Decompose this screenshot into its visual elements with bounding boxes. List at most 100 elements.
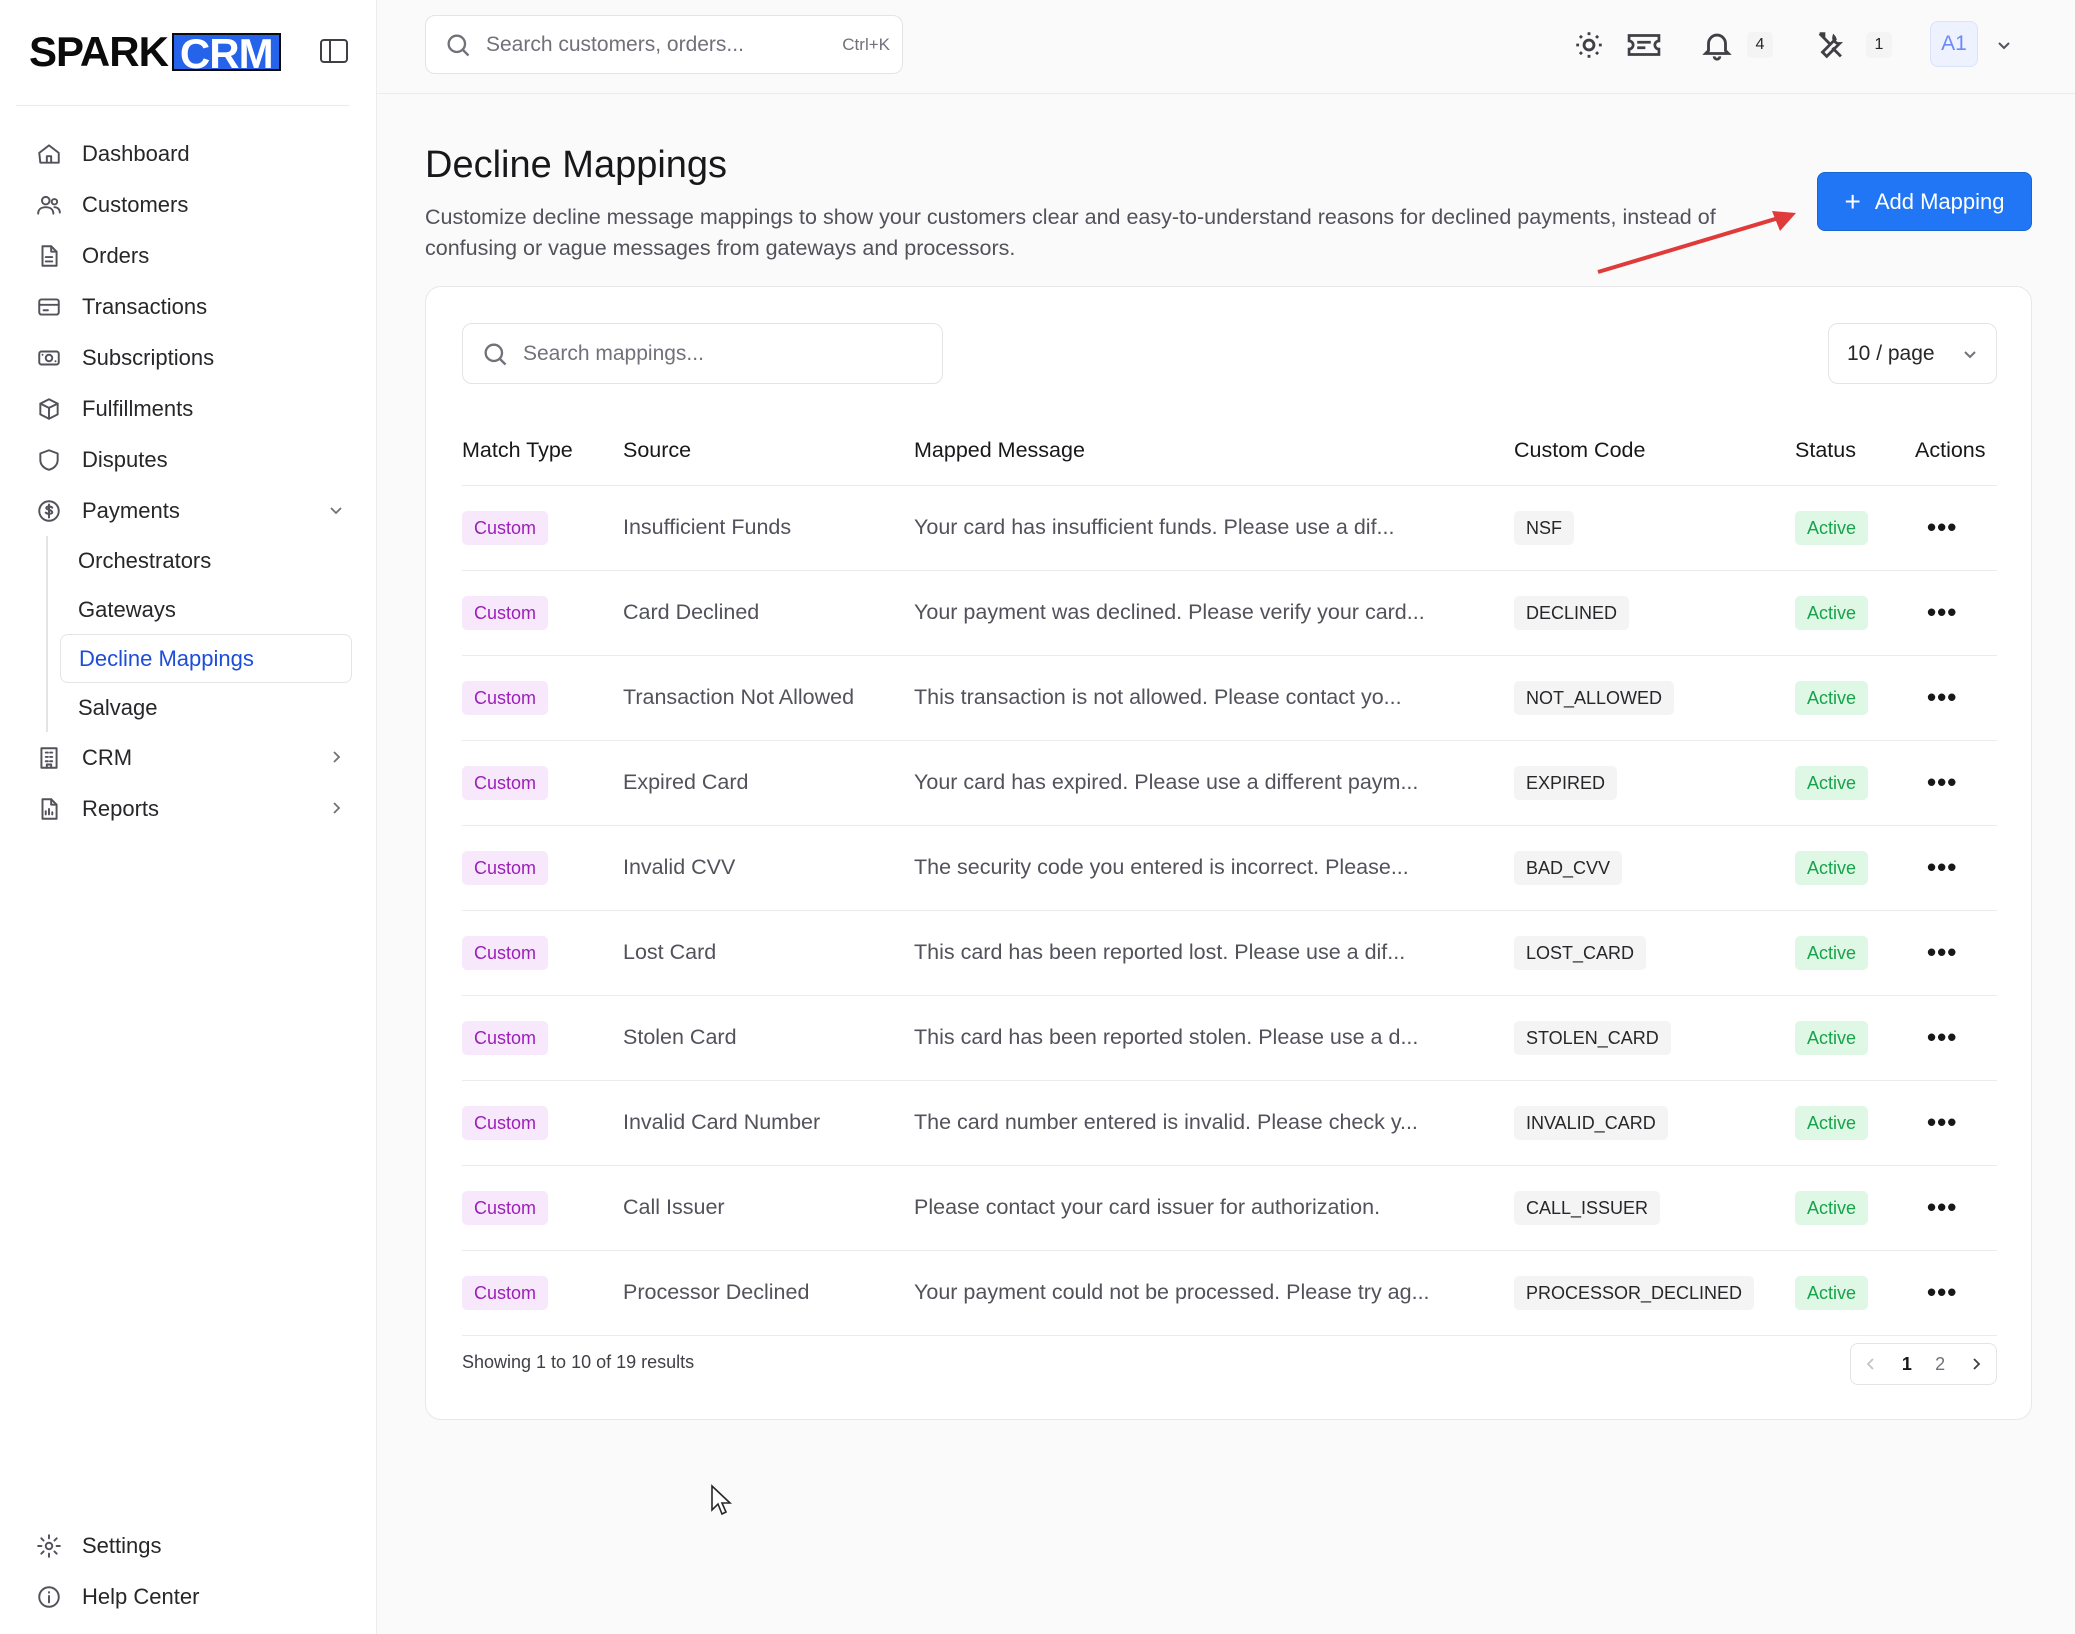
more-actions-icon[interactable]: ••• <box>1915 1024 1957 1050</box>
table-row[interactable]: Custom Expired Card Your card has expired.… <box>462 740 1997 826</box>
mappings-search-input[interactable] <box>523 341 923 366</box>
more-actions-icon[interactable]: ••• <box>1915 854 1957 880</box>
custom-code-badge: BAD_CVV <box>1514 850 1623 885</box>
sidebar-item-help-center[interactable]: Help Center <box>30 1571 352 1622</box>
chevron-right-icon[interactable] <box>1968 1356 1984 1372</box>
match-type-tag: Custom <box>462 935 549 970</box>
sidebar: SPARK CRM Dashboard Customers Orders Transac… <box>0 0 377 1634</box>
sidebar-item-crm[interactable]: CRM <box>30 732 352 783</box>
avatar[interactable]: A1 <box>1930 21 1978 67</box>
custom-code-badge: INVALID_CARD <box>1514 1105 1668 1140</box>
search-icon <box>484 343 507 365</box>
sidebar-item-dashboard[interactable]: Dashboard <box>30 128 352 179</box>
table-row[interactable]: Custom Call Issuer Please contact your car… <box>462 1165 1997 1251</box>
chevron-down-icon[interactable] <box>326 500 346 520</box>
topbar: Ctrl+K 4 1 A1 <box>377 0 2075 94</box>
add-mapping-button[interactable]: + Add Mapping <box>1817 172 2032 231</box>
sidebar-item-fulfillments[interactable]: Fulfillments <box>30 383 352 434</box>
sidebar-item-gateways[interactable]: Gateways <box>60 585 352 634</box>
sidebar-item-label: Subscriptions <box>82 344 215 370</box>
bell-icon[interactable] <box>1700 28 1734 62</box>
more-actions-icon[interactable]: ••• <box>1915 684 1957 710</box>
more-actions-icon[interactable]: ••• <box>1915 599 1957 625</box>
info-icon <box>38 1585 60 1608</box>
building-icon <box>40 746 58 769</box>
sidebar-item-label: Dashboard <box>82 140 190 166</box>
more-actions-icon[interactable]: ••• <box>1915 769 1957 795</box>
mapped-message-cell: The security code you entered is incorre… <box>914 825 1514 911</box>
more-actions-icon[interactable]: ••• <box>1915 1109 1957 1135</box>
sidebar-item-reports[interactable]: Reports <box>30 783 352 834</box>
sidebar-item-label: Help Center <box>82 1583 200 1609</box>
mappings-table: Match Type Source Mapped Message Custom … <box>462 417 1997 1336</box>
column-header[interactable]: Custom Code <box>1514 417 1795 486</box>
tools-icon[interactable] <box>1814 28 1848 62</box>
sidebar-toggle-icon[interactable] <box>319 38 349 64</box>
match-type-tag: Custom <box>462 1105 549 1140</box>
sidebar-item-customers[interactable]: Customers <box>30 179 352 230</box>
sidebar-item-label: Customers <box>82 191 189 217</box>
mapped-message-cell: Your payment could not be processed. Ple… <box>914 1250 1514 1336</box>
status-badge: Active <box>1795 850 1869 885</box>
match-type-tag: Custom <box>462 680 549 715</box>
table-row[interactable]: Custom Insufficient Funds Your card has in… <box>462 485 1997 571</box>
sun-icon[interactable] <box>1572 28 1606 62</box>
shield-icon <box>39 448 59 471</box>
source-cell: Call Issuer <box>623 1165 914 1251</box>
chevron-left-icon[interactable] <box>1863 1356 1879 1372</box>
sidebar-nav: Dashboard Customers Orders Transactions Subs… <box>30 128 352 834</box>
mappings-search[interactable] <box>462 323 943 384</box>
sidebar-item-orchestrators[interactable]: Orchestrators <box>60 536 352 585</box>
column-header[interactable]: Mapped Message <box>914 417 1514 486</box>
table-row[interactable]: Custom Processor Declined Your payment cou… <box>462 1250 1997 1336</box>
gear-icon <box>37 1533 61 1558</box>
sidebar-item-decline-mappings[interactable]: Decline Mappings <box>60 634 352 683</box>
status-badge: Active <box>1795 1190 1869 1225</box>
sidebar-item-settings[interactable]: Settings <box>30 1520 352 1571</box>
table-row[interactable]: Custom Card Declined Your payment was decl… <box>462 570 1997 656</box>
table-row[interactable]: Custom Lost Card This card has been report… <box>462 910 1997 996</box>
sidebar-item-disputes[interactable]: Disputes <box>30 434 352 485</box>
custom-code-badge: NSF <box>1514 510 1574 545</box>
more-actions-icon[interactable]: ••• <box>1915 939 1957 965</box>
table-row[interactable]: Custom Stolen Card This card has been repo… <box>462 995 1997 1081</box>
page-size-select[interactable]: 10 / page <box>1828 323 1997 384</box>
table-row[interactable]: Custom Transaction Not Allowed This transa… <box>462 655 1997 741</box>
column-header[interactable]: Match Type <box>462 417 623 486</box>
mapped-message-cell: This transaction is not allowed. Please … <box>914 655 1514 741</box>
sidebar-item-transactions[interactable]: Transactions <box>30 281 352 332</box>
column-header[interactable]: Source <box>623 417 914 486</box>
more-actions-icon[interactable]: ••• <box>1915 1279 1957 1305</box>
source-cell: Stolen Card <box>623 995 914 1081</box>
tools-badge: 1 <box>1866 32 1892 58</box>
more-actions-icon[interactable]: ••• <box>1915 514 1957 540</box>
search-shortcut: Ctrl+K <box>842 34 890 54</box>
report-icon <box>41 797 58 820</box>
column-header[interactable]: Status <box>1795 417 1915 486</box>
source-cell: Transaction Not Allowed <box>623 655 914 741</box>
status-badge: Active <box>1795 935 1869 970</box>
global-search[interactable]: Ctrl+K <box>425 15 903 74</box>
status-badge: Active <box>1795 1275 1869 1310</box>
sidebar-item-label: Orders <box>82 242 150 268</box>
logo[interactable]: SPARK CRM <box>29 28 281 75</box>
sidebar-item-subscriptions[interactable]: Subscriptions <box>30 332 352 383</box>
table-row[interactable]: Custom Invalid Card Number The card number… <box>462 1080 1997 1166</box>
chevron-right-icon[interactable] <box>326 747 346 767</box>
status-badge: Active <box>1795 765 1869 800</box>
sidebar-item-orders[interactable]: Orders <box>30 230 352 281</box>
ticket-icon[interactable] <box>1625 28 1663 62</box>
package-icon <box>39 397 59 420</box>
more-actions-icon[interactable]: ••• <box>1915 1194 1957 1220</box>
sidebar-item-payments[interactable]: Payments <box>30 485 352 536</box>
source-cell: Invalid Card Number <box>623 1080 914 1166</box>
global-search-input[interactable] <box>486 32 826 57</box>
table-row[interactable]: Custom Invalid CVV The security code you e… <box>462 825 1997 911</box>
page-button[interactable]: 1 <box>1902 1354 1912 1375</box>
chevron-right-icon[interactable] <box>326 798 346 818</box>
pagination: 1 2 <box>1850 1343 1997 1385</box>
custom-code-badge: DECLINED <box>1514 595 1630 630</box>
page-button[interactable]: 2 <box>1935 1354 1945 1375</box>
chevron-down-icon[interactable] <box>1994 35 2014 55</box>
sidebar-item-salvage[interactable]: Salvage <box>60 683 352 732</box>
